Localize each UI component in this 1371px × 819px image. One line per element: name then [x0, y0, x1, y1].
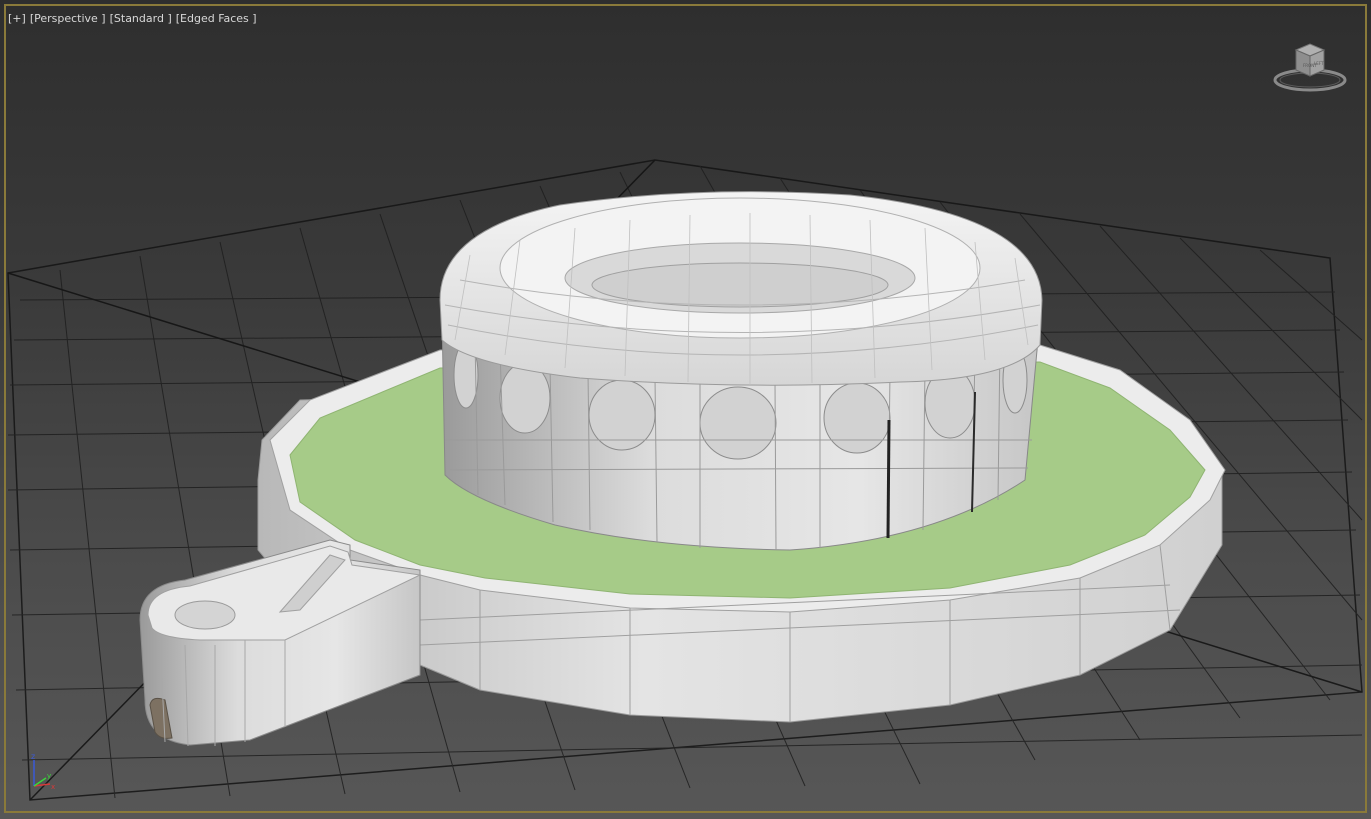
- viewport-point-of-view-menu[interactable]: [Perspective ]: [30, 12, 106, 25]
- viewport-shading-menu[interactable]: [Edged Faces ]: [176, 12, 257, 25]
- scene-canvas[interactable]: [0, 0, 1371, 819]
- axis-x-label: x: [51, 783, 55, 791]
- perspective-viewport[interactable]: [+] [Perspective ] [Standard ] [Edged Faces…: [0, 0, 1371, 819]
- viewport-general-menu[interactable]: [+]: [8, 12, 26, 25]
- axis-tripod-icon: z x y: [31, 752, 55, 791]
- torus-roof-model[interactable]: [439, 191, 1043, 386]
- axis-z-label: z: [31, 752, 35, 761]
- viewport-label-menu[interactable]: [+] [Perspective ] [Standard ] [Edged Faces…: [8, 12, 261, 25]
- entrance-annex-model[interactable]: [139, 539, 422, 747]
- axis-y-label: y: [47, 772, 51, 780]
- viewport-standard-menu[interactable]: [Standard ]: [110, 12, 172, 25]
- viewcube-icon[interactable]: FRONT LEFT: [1270, 38, 1350, 98]
- viewcube-left-label: LEFT: [1314, 61, 1324, 66]
